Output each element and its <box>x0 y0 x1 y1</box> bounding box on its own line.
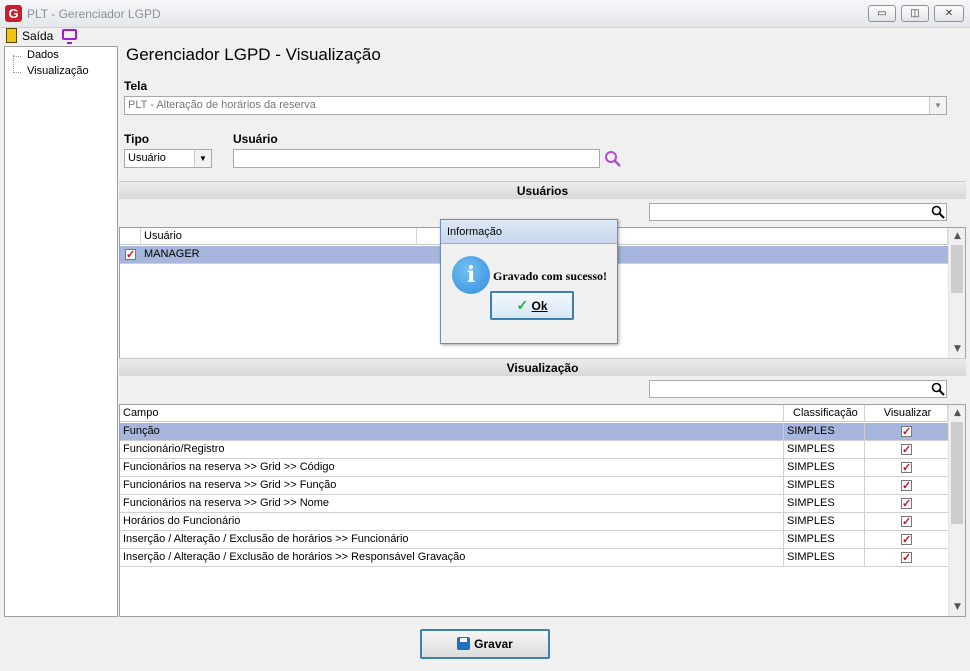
campo-cell: Funcionários na reserva >> Grid >> Funçã… <box>120 477 784 495</box>
maximize-button[interactable]: ◫ <box>901 5 929 22</box>
column-header-classificacao[interactable]: Classificação <box>784 405 865 422</box>
tela-select[interactable]: PLT - Alteração de horários da reserva ▼ <box>124 96 947 115</box>
usuarios-section-header: Usuários <box>119 181 966 199</box>
app-logo-icon: G <box>5 5 22 22</box>
tree-item-visualizacao[interactable]: Visualização <box>27 65 89 77</box>
exit-menu-item[interactable]: Saída <box>22 29 53 43</box>
visualizar-checkbox[interactable] <box>901 514 912 531</box>
scroll-down-icon[interactable]: ▼ <box>949 599 966 616</box>
visualizar-checkbox[interactable] <box>901 478 912 495</box>
visualizar-checkbox[interactable] <box>901 496 912 513</box>
classificacao-cell: SIMPLES <box>784 531 865 549</box>
usuario-cell: MANAGER <box>144 248 200 260</box>
table-row[interactable]: Funcionários na reserva >> Grid >> Funçã… <box>120 477 948 495</box>
usuarios-search-input[interactable] <box>649 203 947 221</box>
floppy-disk-icon <box>457 637 471 650</box>
column-header-visualizar[interactable]: Visualizar <box>865 405 948 422</box>
table-row[interactable]: Funcionários na reserva >> Grid >> Códig… <box>120 459 948 477</box>
scroll-up-icon[interactable]: ▲ <box>949 228 966 245</box>
visualizacao-section-header: Visualização <box>119 358 966 376</box>
campo-cell: Horários do Funcionário <box>120 513 784 531</box>
campo-cell: Inserção / Alteração / Exclusão de horár… <box>120 531 784 549</box>
campo-cell: Funcionários na reserva >> Grid >> Nome <box>120 495 784 513</box>
classificacao-cell: SIMPLES <box>784 441 865 459</box>
page-title: Gerenciador LGPD - Visualização <box>126 45 381 64</box>
close-button[interactable]: ✕ <box>934 5 964 22</box>
campo-cell: Funcionários na reserva >> Grid >> Códig… <box>120 459 784 477</box>
ok-button-label: Ok <box>531 299 548 313</box>
information-dialog: Informação i Gravado com sucesso! ✓ Ok <box>440 219 618 344</box>
dialog-message: Gravado com sucesso! <box>493 269 607 283</box>
tree-connector <box>13 72 21 73</box>
minimize-button[interactable]: ▭ <box>868 5 896 22</box>
table-row[interactable]: Inserção / Alteração / Exclusão de horár… <box>120 531 948 549</box>
scroll-thumb[interactable] <box>951 422 963 524</box>
table-row[interactable]: Inserção / Alteração / Exclusão de horár… <box>120 549 948 567</box>
save-button[interactable]: Gravar <box>420 629 550 659</box>
campo-cell: Funcionário/Registro <box>120 441 784 459</box>
scroll-down-icon[interactable]: ▼ <box>949 341 966 358</box>
dialog-title: Informação <box>441 220 617 244</box>
classificacao-cell: SIMPLES <box>784 459 865 477</box>
tree-connector <box>13 55 14 73</box>
exit-door-icon[interactable] <box>6 28 17 43</box>
row-checkbox[interactable] <box>125 247 136 264</box>
info-icon: i <box>452 256 490 294</box>
classificacao-cell: SIMPLES <box>784 495 865 513</box>
visualizacao-grid: Campo Classificação Visualizar Função SIM… <box>119 404 966 617</box>
classificacao-cell: SIMPLES <box>784 513 865 531</box>
window-title: PLT - Gerenciador LGPD <box>27 7 161 21</box>
search-icon[interactable] <box>603 150 623 168</box>
chevron-down-icon[interactable]: ▼ <box>194 150 211 167</box>
chevron-down-icon[interactable]: ▼ <box>929 97 946 114</box>
classificacao-cell: SIMPLES <box>784 549 865 567</box>
usuario-input[interactable] <box>233 149 600 168</box>
usuarios-scrollbar[interactable]: ▲ ▼ <box>948 228 965 358</box>
visualizar-checkbox[interactable] <box>901 550 912 567</box>
tree-item-dados[interactable]: Dados <box>27 49 59 61</box>
ok-button[interactable]: ✓ Ok <box>490 291 574 320</box>
tree-connector <box>13 56 21 57</box>
save-button-label: Gravar <box>474 637 513 651</box>
tipo-select[interactable]: Usuário ▼ <box>124 149 212 168</box>
table-row[interactable]: Função SIMPLES <box>120 423 948 441</box>
tipo-select-value: Usuário <box>128 152 166 164</box>
scroll-up-icon[interactable]: ▲ <box>949 405 966 422</box>
table-row[interactable]: Horários do Funcionário SIMPLES <box>120 513 948 531</box>
visualizacao-scrollbar[interactable]: ▲ ▼ <box>948 405 965 616</box>
navigation-tree <box>4 46 118 617</box>
classificacao-cell: SIMPLES <box>784 423 865 441</box>
usuario-label: Usuário <box>233 132 278 146</box>
tipo-label: Tipo <box>124 132 150 146</box>
scroll-thumb[interactable] <box>951 245 963 293</box>
column-header-usuario[interactable]: Usuário <box>141 228 417 245</box>
visualizar-checkbox[interactable] <box>901 460 912 477</box>
checkmark-icon: ✓ <box>516 297 529 313</box>
tela-select-value: PLT - Alteração de horários da reserva <box>128 99 316 111</box>
tela-label: Tela <box>124 79 148 93</box>
visualizar-checkbox[interactable] <box>901 424 912 441</box>
classificacao-cell: SIMPLES <box>784 477 865 495</box>
column-header-campo[interactable]: Campo <box>120 405 784 422</box>
monitor-icon[interactable] <box>62 29 77 44</box>
search-icon[interactable] <box>931 205 945 219</box>
grid-check-header <box>120 228 141 245</box>
table-row[interactable]: Funcionários na reserva >> Grid >> Nome S… <box>120 495 948 513</box>
visualizar-checkbox[interactable] <box>901 442 912 459</box>
visualizar-checkbox[interactable] <box>901 532 912 549</box>
table-row[interactable]: Funcionário/Registro SIMPLES <box>120 441 948 459</box>
search-icon[interactable] <box>931 382 945 396</box>
visualizacao-search-input[interactable] <box>649 380 947 398</box>
campo-cell: Função <box>120 423 784 441</box>
campo-cell: Inserção / Alteração / Exclusão de horár… <box>120 549 784 567</box>
